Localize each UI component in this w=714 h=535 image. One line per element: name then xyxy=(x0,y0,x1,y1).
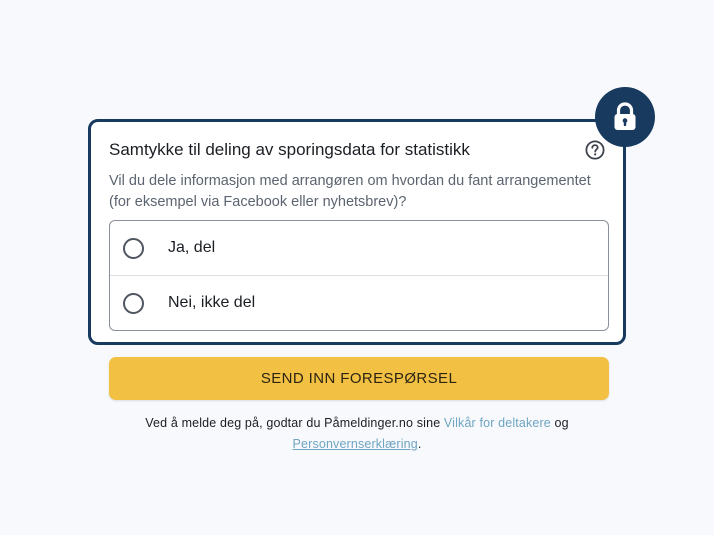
help-icon[interactable] xyxy=(585,140,605,160)
privacy-link[interactable]: Personvernserklæring xyxy=(293,437,418,451)
radio-no[interactable] xyxy=(123,293,144,314)
radio-yes[interactable] xyxy=(123,238,144,259)
consent-description: Vil du dele informasjon med arrangøren o… xyxy=(109,173,591,210)
terms-suffix: . xyxy=(417,437,422,451)
option-yes[interactable]: Ja, del xyxy=(110,221,608,275)
submit-button[interactable]: SEND INN FORESPØRSEL xyxy=(109,357,609,400)
option-yes-label: Ja, del xyxy=(168,239,216,256)
terms-text: Ved å melde deg på, godtar du Påmeldinge… xyxy=(0,413,714,455)
option-no[interactable]: Nei, ikke del xyxy=(110,275,608,330)
option-no-label: Nei, ikke del xyxy=(168,294,256,311)
terms-middle: og xyxy=(550,416,569,430)
terms-prefix: Ved å melde deg på, godtar du Påmeldinge… xyxy=(145,416,444,430)
lock-icon xyxy=(595,87,655,147)
terms-link[interactable]: Vilkår for deltakere xyxy=(444,416,551,430)
consent-card: Samtykke til deling av sporingsdata for … xyxy=(88,119,626,345)
consent-title: Samtykke til deling av sporingsdata for … xyxy=(109,140,470,159)
consent-options: Ja, del Nei, ikke del xyxy=(109,220,609,331)
